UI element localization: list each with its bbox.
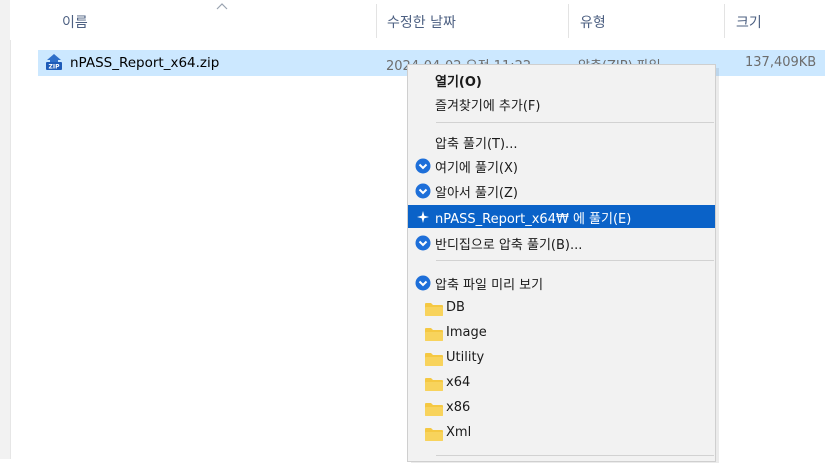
svg-text:ZIP: ZIP — [49, 64, 61, 71]
navigation-pane-edge — [0, 0, 11, 459]
column-header-date[interactable]: 수정한 날짜 — [387, 12, 456, 32]
menu-item-extract-bandizip[interactable]: 반디집으로 압축 풀기(B)... — [408, 231, 715, 254]
menu-item-label: 즐겨찾기에 추가(F) — [435, 99, 541, 114]
folder-icon — [425, 303, 443, 316]
sort-ascending-icon — [216, 3, 228, 10]
bandizip-sparkle-icon — [417, 211, 429, 223]
file-size: 137,409KB — [745, 55, 817, 70]
zip-file-icon: ZIP — [46, 54, 62, 71]
folder-icon — [425, 328, 443, 341]
preview-folder-item[interactable]: DB — [408, 297, 715, 320]
column-header-type[interactable]: 유형 — [580, 12, 606, 32]
menu-item-extract-to-folder[interactable]: nPASS_Report_x64₩ 에 풀기(E) — [408, 205, 715, 228]
preview-folder-item[interactable]: Image — [408, 322, 715, 345]
menu-item-label: Xml — [446, 425, 472, 440]
folder-icon — [425, 353, 443, 366]
menu-item-label: 여기에 풀기(X) — [435, 161, 518, 176]
menu-item-label: x64 — [446, 375, 471, 390]
bandizip-icon — [415, 183, 431, 199]
column-header-bar: 이름 수정한 날짜 유형 크기 — [10, 0, 825, 40]
preview-folder-item[interactable]: Utility — [408, 347, 715, 370]
menu-item-label: 압축 풀기(T)... — [435, 137, 518, 152]
menu-separator — [436, 455, 714, 456]
menu-separator — [436, 260, 714, 261]
menu-item-label: 열기(O) — [435, 75, 482, 90]
folder-icon — [425, 403, 443, 416]
menu-item-label: 압축 파일 미리 보기 — [435, 278, 544, 293]
column-header-name[interactable]: 이름 — [62, 12, 88, 32]
menu-item-extract-here[interactable]: 여기에 풀기(X) — [408, 154, 715, 177]
menu-item-add-favorites[interactable]: 즐겨찾기에 추가(F) — [408, 92, 715, 115]
preview-folder-item[interactable]: x86 — [408, 397, 715, 420]
menu-item-label: 반디집으로 압축 풀기(B)... — [435, 238, 583, 253]
folder-icon — [425, 428, 443, 441]
menu-separator — [436, 122, 714, 123]
bandizip-icon — [415, 235, 431, 251]
bandizip-icon — [415, 158, 431, 174]
menu-item-open[interactable]: 열기(O) — [408, 68, 715, 91]
folder-icon — [425, 378, 443, 391]
column-divider[interactable] — [376, 4, 377, 38]
menu-item-label: nPASS_Report_x64₩ 에 풀기(E) — [435, 212, 632, 227]
preview-folder-item[interactable]: Xml — [408, 422, 715, 445]
menu-item-label: DB — [446, 300, 465, 315]
context-menu: 열기(O) 즐겨찾기에 추가(F) 압축 풀기(T)... 여기에 풀기(X) … — [407, 64, 716, 462]
column-header-size[interactable]: 크기 — [736, 12, 762, 32]
menu-item-extract-smart[interactable]: 알아서 풀기(Z) — [408, 179, 715, 202]
menu-item-label: Utility — [446, 350, 485, 365]
menu-item-preview[interactable]: 압축 파일 미리 보기 — [408, 271, 715, 294]
file-name[interactable]: nPASS_Report_x64.zip — [70, 55, 219, 71]
preview-folder-item[interactable]: x64 — [408, 372, 715, 395]
menu-item-label: 알아서 풀기(Z) — [435, 186, 518, 201]
menu-item-extract[interactable]: 압축 풀기(T)... — [408, 130, 715, 153]
column-divider[interactable] — [724, 4, 725, 38]
column-divider[interactable] — [568, 4, 569, 38]
menu-item-label: Image — [446, 325, 487, 340]
menu-item-label: x86 — [446, 400, 471, 415]
bandizip-icon — [415, 275, 431, 291]
